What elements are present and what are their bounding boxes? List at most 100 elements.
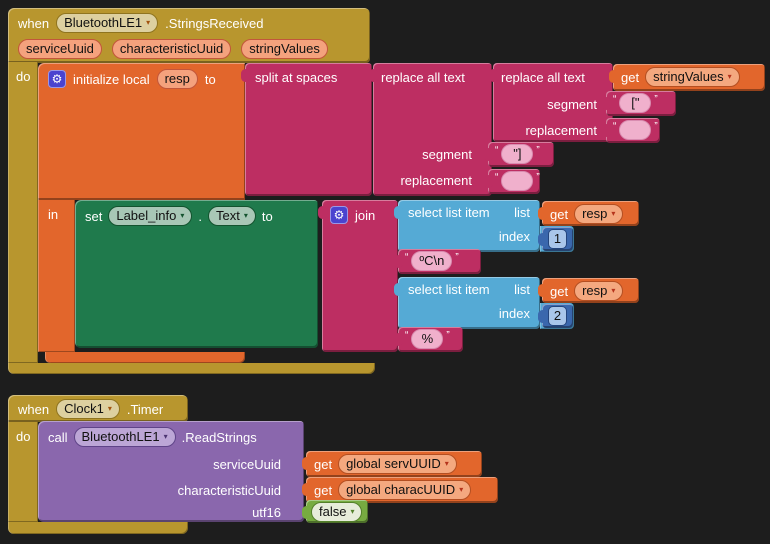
close-quote-icon: ” (654, 121, 657, 132)
index-label: index (499, 229, 530, 244)
text-string-block-percent[interactable]: “ % ” (398, 327, 463, 352)
dropdown-arrow-icon: ▾ (146, 19, 150, 27)
variable-dropdown-value: global servUUID (346, 455, 441, 473)
event-param-characteristicuuid[interactable]: characteristicUuid (112, 39, 231, 59)
in-label: in (48, 207, 58, 222)
component-dropdown-value: Label_info (116, 207, 176, 225)
serviceuuid-param-label: serviceUuid (213, 457, 281, 472)
mutator-gear-icon[interactable]: ⚙ (330, 206, 348, 224)
variable-dropdown-value: stringValues (653, 68, 724, 86)
local-variable-name[interactable]: resp (157, 69, 198, 89)
split-at-spaces-label: split at spaces (255, 70, 337, 85)
string-value[interactable]: ºC\n (411, 251, 452, 271)
close-quote-icon: ” (536, 172, 539, 183)
text-string-block-empty[interactable]: “ ” (488, 169, 540, 194)
join-block[interactable]: ⚙ join (322, 200, 398, 352)
component-dropdown[interactable]: Clock1 ▾ (56, 399, 120, 419)
variable-dropdown[interactable]: resp ▾ (574, 204, 623, 224)
mutator-gear-icon[interactable]: ⚙ (48, 70, 66, 88)
string-value[interactable]: % (411, 329, 443, 349)
get-resp-block[interactable]: get resp ▾ (542, 201, 639, 226)
get-global-servuuid-block[interactable]: get global servUUID ▾ (306, 451, 482, 477)
string-value[interactable] (619, 120, 651, 140)
event-param-serviceuuid[interactable]: serviceUuid (18, 39, 102, 59)
text-string-block-close-bracket[interactable]: “ "] ” (488, 142, 554, 167)
get-label: get (621, 70, 639, 85)
event-name: .StringsReceived (165, 16, 263, 31)
do-label: do (16, 429, 30, 444)
dot-separator: . (198, 209, 202, 224)
text-string-block-empty[interactable]: “ ” (606, 118, 660, 143)
select-list-item-block[interactable]: select list item list index (398, 200, 540, 252)
dropdown-arrow-icon: ▾ (164, 433, 168, 441)
text-string-block-celsius[interactable]: “ ºC\n ” (398, 249, 481, 274)
false-logic-block[interactable]: false ▾ (306, 500, 368, 523)
call-label: call (48, 430, 68, 445)
to-label: to (262, 209, 273, 224)
when-timer-block[interactable]: when Clock1 ▾ .Timer (8, 395, 188, 422)
when-block-left-spine: do (8, 62, 38, 363)
select-list-item-label: select list item (408, 205, 490, 220)
when-block-left-spine: do (8, 422, 38, 522)
variable-dropdown[interactable]: resp ▾ (574, 281, 623, 301)
variable-dropdown-value: resp (582, 205, 607, 223)
get-stringvalues-block[interactable]: get stringValues ▾ (613, 64, 765, 91)
when-strings-received-block[interactable]: when BluetoothLE1 ▾ .StringsReceived ser… (8, 8, 370, 63)
get-label: get (314, 483, 332, 498)
text-string-block-open-bracket[interactable]: “ [" ” (606, 91, 676, 116)
variable-dropdown[interactable]: global characUUID ▾ (338, 480, 471, 500)
close-quote-icon: ” (446, 330, 449, 341)
open-quote-icon: “ (405, 330, 408, 341)
logic-dropdown-value: false (319, 503, 346, 521)
replace-all-text-inner-block[interactable]: replace all text segment replacement (493, 63, 613, 142)
replacement-label: replacement (400, 173, 472, 188)
open-quote-icon: “ (613, 94, 616, 105)
replace-all-text-label: replace all text (501, 70, 585, 85)
open-quote-icon: “ (405, 252, 408, 263)
number-value[interactable]: 2 (548, 306, 567, 326)
logic-dropdown[interactable]: false ▾ (311, 502, 362, 522)
call-readstrings-block[interactable]: call BluetoothLE1 ▾ .ReadStrings service… (38, 421, 304, 522)
replace-all-text-label: replace all text (381, 70, 465, 85)
initialize-local-label: initialize local (73, 72, 150, 87)
close-quote-icon: ” (455, 252, 458, 263)
variable-dropdown[interactable]: stringValues ▾ (645, 67, 740, 87)
segment-label: segment (422, 147, 472, 162)
dropdown-arrow-icon: ▾ (728, 73, 732, 81)
string-value[interactable]: [" (619, 93, 651, 113)
dropdown-arrow-icon: ▾ (459, 486, 463, 494)
when-block-bottom-bar (8, 522, 188, 534)
event-name: .Timer (127, 402, 163, 417)
number-value[interactable]: 1 (548, 229, 567, 249)
to-label: to (205, 72, 216, 87)
dropdown-arrow-icon: ▾ (108, 405, 112, 413)
dropdown-arrow-icon: ▾ (445, 460, 449, 468)
component-dropdown[interactable]: BluetoothLE1 ▾ (74, 427, 176, 447)
replace-all-text-outer-block[interactable]: replace all text segment replacement (373, 63, 492, 196)
split-at-spaces-block[interactable]: split at spaces (245, 63, 372, 196)
number-block-2[interactable]: 2 (542, 304, 573, 328)
get-resp-block[interactable]: get resp ▾ (542, 278, 639, 303)
variable-dropdown-value: resp (582, 282, 607, 300)
select-list-item-label: select list item (408, 282, 490, 297)
initialize-local-block[interactable]: ⚙ initialize local resp to (38, 63, 245, 200)
property-dropdown[interactable]: Text ▾ (208, 206, 256, 226)
component-dropdown[interactable]: Label_info ▾ (108, 206, 192, 226)
dropdown-arrow-icon: ▾ (244, 212, 248, 220)
close-quote-icon: ” (536, 145, 539, 156)
open-quote-icon: “ (495, 172, 498, 183)
set-label: set (85, 209, 102, 224)
event-param-stringvalues[interactable]: stringValues (241, 39, 328, 59)
variable-dropdown[interactable]: global servUUID ▾ (338, 454, 457, 474)
component-dropdown[interactable]: BluetoothLE1 ▾ (56, 13, 158, 33)
when-keyword: when (18, 402, 49, 417)
method-name: .ReadStrings (182, 430, 257, 445)
number-block-1[interactable]: 1 (542, 227, 573, 251)
string-value[interactable]: "] (501, 144, 533, 164)
blocks-workspace[interactable]: when BluetoothLE1 ▾ .StringsReceived ser… (0, 0, 770, 544)
open-quote-icon: “ (495, 145, 498, 156)
select-list-item-block[interactable]: select list item list index (398, 277, 540, 329)
dropdown-arrow-icon: ▾ (350, 508, 354, 516)
string-value[interactable] (501, 171, 533, 191)
set-label-info-text-block[interactable]: set Label_info ▾ . Text ▾ to (75, 200, 318, 348)
